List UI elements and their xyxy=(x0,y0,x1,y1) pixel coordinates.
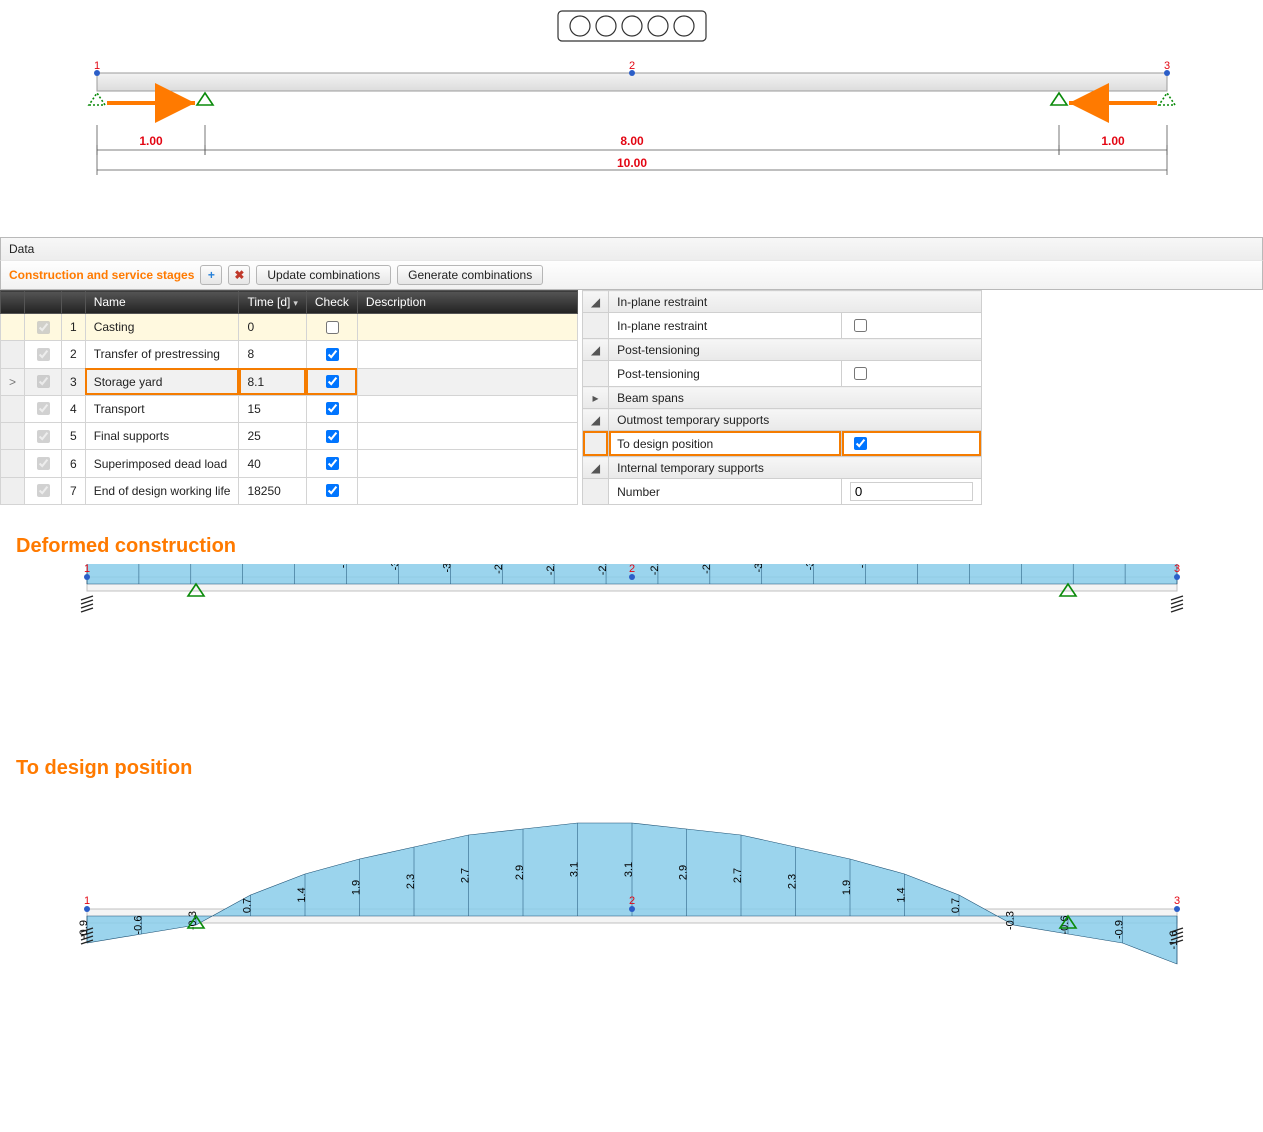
property-group-header[interactable]: ◢In-plane restraint xyxy=(582,291,981,313)
col-desc: Description xyxy=(357,291,577,314)
stages-toolbar: Construction and service stages + ✖ Upda… xyxy=(0,261,1263,290)
data-panel-label: Data xyxy=(9,242,34,256)
stages-title: Construction and service stages xyxy=(9,268,194,282)
col-name: Name xyxy=(85,291,239,314)
svg-text:-3.3: -3.3 xyxy=(389,564,401,570)
svg-text:-2.6: -2.6 xyxy=(648,564,660,575)
col-time: Time [d]▾ xyxy=(239,291,306,314)
stage-check-checkbox[interactable] xyxy=(326,484,339,497)
property-checkbox[interactable] xyxy=(854,437,867,450)
svg-text:1: 1 xyxy=(83,895,89,907)
property-group-header[interactable]: ◢Post-tensioning xyxy=(582,339,981,361)
svg-text:1: 1 xyxy=(83,564,89,575)
node-label-2: 2 xyxy=(628,60,634,72)
svg-text:2: 2 xyxy=(628,564,634,575)
property-group-header[interactable]: ◢Internal temporary supports xyxy=(582,457,981,479)
beam-elevation: 1 2 3 1.00 8.00 1.00 10.00 xyxy=(67,55,1197,215)
svg-text:3: 3 xyxy=(1173,564,1179,575)
property-group-header[interactable]: ◢Outmost temporary supports xyxy=(582,409,981,431)
span-dim-3: 1.00 xyxy=(1101,134,1125,148)
svg-text:1.4: 1.4 xyxy=(296,887,308,902)
svg-text:3.1: 3.1 xyxy=(623,862,635,877)
svg-text:2.7: 2.7 xyxy=(459,868,471,883)
svg-text:-3.3: -3.3 xyxy=(804,564,816,570)
row-enabled-checkbox[interactable] xyxy=(37,321,50,334)
table-row[interactable]: >3Storage yard8.1 xyxy=(1,368,578,395)
svg-text:1.9: 1.9 xyxy=(841,880,853,895)
stage-properties-grid[interactable]: ◢In-plane restraintIn-plane restraint◢Po… xyxy=(582,290,982,505)
col-check: Check xyxy=(306,291,357,314)
table-row[interactable]: 4Transport15 xyxy=(1,395,578,422)
stage-check-checkbox[interactable] xyxy=(326,321,339,334)
row-enabled-checkbox[interactable] xyxy=(37,457,50,470)
svg-text:3.1: 3.1 xyxy=(568,862,580,877)
svg-text:-2.8: -2.8 xyxy=(700,564,712,574)
add-stage-button[interactable]: + xyxy=(200,265,222,285)
row-enabled-checkbox[interactable] xyxy=(37,484,50,497)
deformed-title: Deformed construction xyxy=(16,535,1263,558)
stage-check-checkbox[interactable] xyxy=(326,457,339,470)
property-input[interactable] xyxy=(850,482,973,501)
hollowcore-section-icon xyxy=(557,10,707,46)
svg-text:-3.6: -3.6 xyxy=(856,564,868,568)
span-dim-1: 1.00 xyxy=(139,134,163,148)
table-row[interactable]: 7End of design working life18250 xyxy=(1,477,578,504)
node-label-3: 3 xyxy=(1163,60,1169,72)
deformed-diagram: -6.6-6.0-5.7-4.9-4.3-3.6-3.3-3.0-2.8-2.6… xyxy=(67,564,1197,727)
table-row[interactable]: 5Final supports25 xyxy=(1,423,578,450)
svg-text:-0.9: -0.9 xyxy=(1113,920,1125,939)
svg-text:1.4: 1.4 xyxy=(895,887,907,902)
stage-check-checkbox[interactable] xyxy=(326,375,339,388)
svg-text:2.9: 2.9 xyxy=(677,865,689,880)
table-row[interactable]: 1Casting0 xyxy=(1,314,578,341)
row-enabled-checkbox[interactable] xyxy=(37,402,50,415)
data-panel-header: Data xyxy=(0,237,1263,261)
table-row[interactable]: 2Transfer of prestressing8 xyxy=(1,341,578,368)
svg-text:2: 2 xyxy=(628,895,634,907)
property-row[interactable]: To design position xyxy=(582,431,981,457)
svg-text:-0.6: -0.6 xyxy=(132,916,144,935)
svg-text:0.7: 0.7 xyxy=(950,898,962,913)
svg-text:2.3: 2.3 xyxy=(786,874,798,889)
span-dim-2: 8.00 xyxy=(620,134,644,148)
svg-text:3: 3 xyxy=(1173,895,1179,907)
generate-combinations-button[interactable]: Generate combinations xyxy=(397,265,543,285)
table-row[interactable]: 6Superimposed dead load40 xyxy=(1,450,578,477)
svg-text:2.3: 2.3 xyxy=(405,874,417,889)
svg-text:-0.3: -0.3 xyxy=(1004,911,1016,930)
svg-text:2.7: 2.7 xyxy=(732,868,744,883)
property-group-header[interactable]: ▸Beam spans xyxy=(582,387,981,409)
stages-table[interactable]: Name Time [d]▾ Check Description 1Castin… xyxy=(0,290,578,505)
update-combinations-button[interactable]: Update combinations xyxy=(256,265,391,285)
row-enabled-checkbox[interactable] xyxy=(37,348,50,361)
svg-text:-3.0: -3.0 xyxy=(752,564,764,572)
property-checkbox[interactable] xyxy=(854,319,867,332)
svg-text:-3.0: -3.0 xyxy=(441,564,453,572)
svg-text:-2.6: -2.6 xyxy=(597,564,609,575)
property-row[interactable]: Post-tensioning xyxy=(582,361,981,387)
svg-text:1.9: 1.9 xyxy=(350,880,362,895)
todesign-title: To design position xyxy=(16,757,1263,780)
svg-text:-2.6: -2.6 xyxy=(545,564,557,575)
stage-check-checkbox[interactable] xyxy=(326,348,339,361)
total-dim: 10.00 xyxy=(616,156,646,170)
row-enabled-checkbox[interactable] xyxy=(37,430,50,443)
delete-stage-button[interactable]: ✖ xyxy=(228,265,250,285)
svg-text:-2.8: -2.8 xyxy=(493,564,505,574)
row-enabled-checkbox[interactable] xyxy=(37,375,50,388)
property-row[interactable]: Number xyxy=(582,479,981,505)
cross-section-drawing xyxy=(0,0,1263,55)
svg-text:2.9: 2.9 xyxy=(514,865,526,880)
svg-text:0.7: 0.7 xyxy=(241,898,253,913)
property-row[interactable]: In-plane restraint xyxy=(582,313,981,339)
todesign-diagram: -0.9 -0.6 -0.3 0.7 1.4 1.9 2.3 2.7 2.9 3.1 3.1 2.9 2… xyxy=(67,786,1197,979)
node-label-1: 1 xyxy=(93,60,99,72)
stage-check-checkbox[interactable] xyxy=(326,430,339,443)
svg-text:-3.6: -3.6 xyxy=(337,564,349,568)
property-checkbox[interactable] xyxy=(854,367,867,380)
stage-check-checkbox[interactable] xyxy=(326,402,339,415)
